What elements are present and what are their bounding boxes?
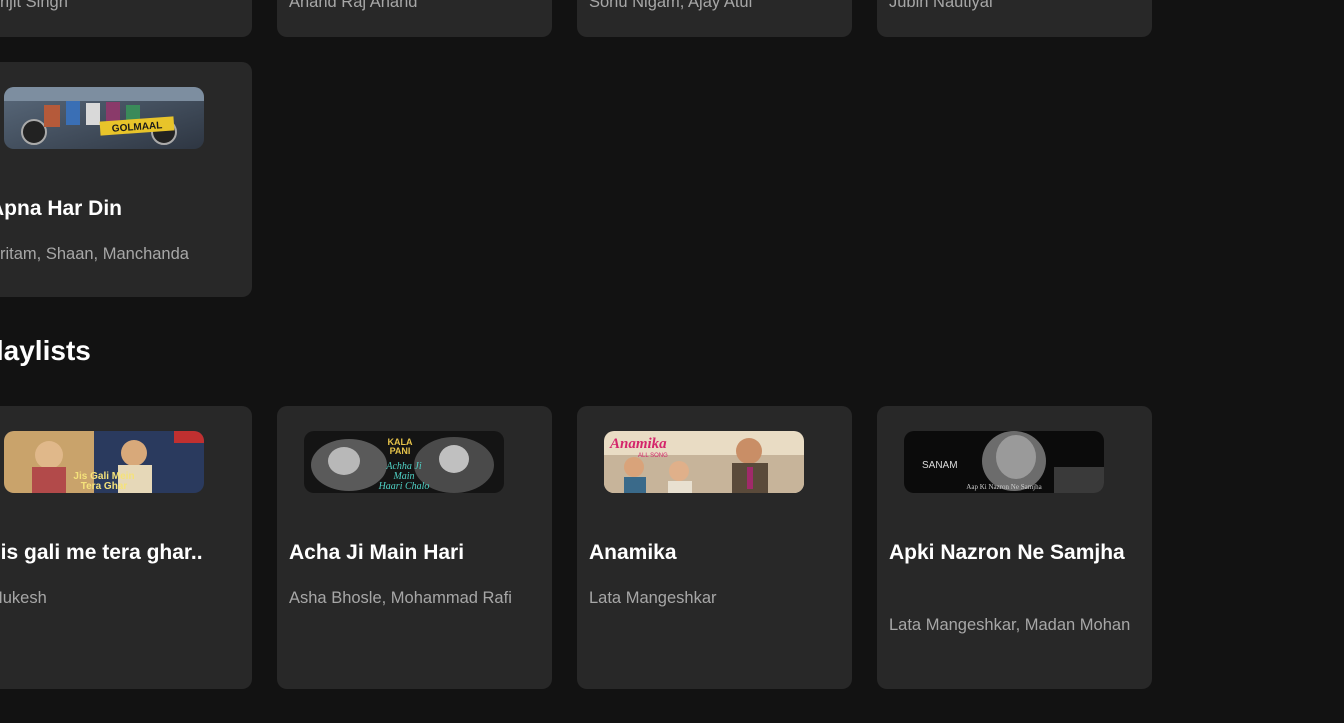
playlist-card-acha-ji-main-hari[interactable]: KALA PANI Achha Ji Main Haari Chalo Acha… bbox=[277, 406, 552, 689]
card-subtitle: Pritam, Shaan, Manchanda bbox=[0, 245, 189, 263]
card-subtitle: Mukesh bbox=[0, 589, 47, 607]
card-title: Jis gali me tera ghar.. bbox=[0, 541, 203, 564]
card-subtitle: Jubin Nautiyal bbox=[889, 0, 993, 11]
card-subtitle: Lata Mangeshkar bbox=[589, 589, 717, 607]
svg-text:PANI: PANI bbox=[390, 446, 411, 456]
svg-text:ALL SONG: ALL SONG bbox=[638, 453, 668, 459]
svg-text:Aap Ki Nazron Ne Samjha: Aap Ki Nazron Ne Samjha bbox=[966, 483, 1042, 491]
top-card-2[interactable]: Anand Raj Anand bbox=[277, 0, 552, 37]
playlist-card-anamika[interactable]: Anamika ALL SONG Anamika Lata Mangeshkar bbox=[577, 406, 852, 689]
svg-text:Tera Ghar: Tera Ghar bbox=[81, 481, 128, 492]
playlist-thumbnail: SANAM Aap Ki Nazron Ne Samjha bbox=[904, 431, 1104, 493]
playlist-thumbnail: GOLMAAL bbox=[4, 87, 204, 149]
section-heading: Old Song Playlists bbox=[0, 335, 91, 366]
top-card-1[interactable]: Arijit Singh bbox=[0, 0, 252, 37]
card-subtitle: Arijit Singh bbox=[0, 0, 68, 11]
card-subtitle: Lata Mangeshkar, Madan Mohan bbox=[889, 616, 1131, 634]
playlist-thumbnail: Jis Gali Mein Tera Ghar bbox=[4, 431, 204, 493]
playlist-card-apki-nazron[interactable]: SANAM Aap Ki Nazron Ne Samjha Apki Nazro… bbox=[877, 406, 1152, 689]
card-subtitle: Anand Raj Anand bbox=[289, 0, 418, 11]
svg-text:SANAM: SANAM bbox=[922, 460, 958, 471]
card-title: Apki Nazron Ne Samjha bbox=[889, 541, 1125, 564]
card-title: Anamika bbox=[589, 541, 677, 564]
playlist-page: Arijit Singh Anand Raj Anand Sonu Nigam,… bbox=[0, 0, 1344, 723]
svg-text:Anamika: Anamika bbox=[609, 436, 667, 452]
top-card-4[interactable]: Jubin Nautiyal bbox=[877, 0, 1152, 37]
playlist-card-jis-gali[interactable]: Jis Gali Mein Tera Ghar Jis gali me tera… bbox=[0, 406, 252, 689]
top-card-3[interactable]: Sonu Nigam, Ajay Atul bbox=[577, 0, 852, 37]
card-title: Apna Har Din bbox=[0, 197, 123, 220]
playlist-card-apna-har-din[interactable]: GOLMAAL Apna Har Din Pritam, Shaan, Manc… bbox=[0, 62, 252, 297]
card-title: Acha Ji Main Hari bbox=[289, 541, 465, 564]
playlist-thumbnail: KALA PANI Achha Ji Main Haari Chalo bbox=[304, 431, 504, 493]
playlist-thumbnail: Anamika ALL SONG bbox=[604, 431, 804, 493]
svg-text:Haari Chalo: Haari Chalo bbox=[378, 481, 430, 492]
card-subtitle: Sonu Nigam, Ajay Atul bbox=[589, 0, 753, 11]
card-subtitle: Asha Bhosle, Mohammad Rafi bbox=[289, 589, 512, 607]
